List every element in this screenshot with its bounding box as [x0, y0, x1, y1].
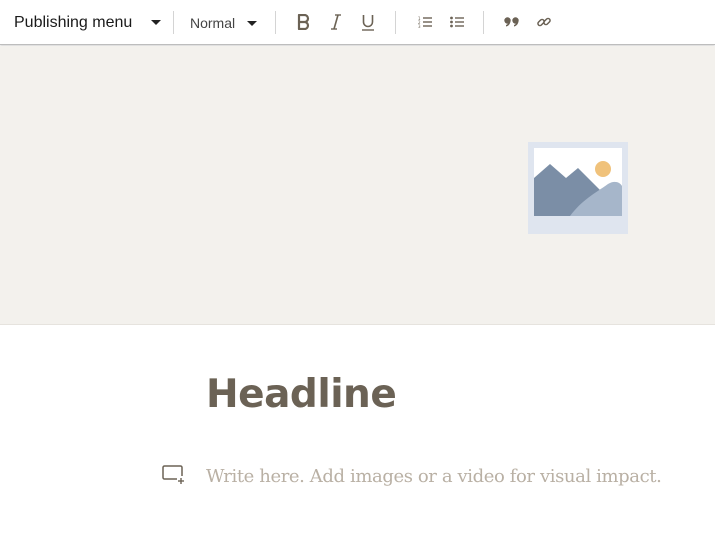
publishing-menu-label: Publishing menu	[14, 13, 133, 31]
italic-button[interactable]	[325, 11, 347, 33]
bulleted-list-icon	[450, 16, 464, 28]
add-media-button[interactable]	[162, 464, 186, 486]
cover-image-placeholder[interactable]	[528, 142, 628, 234]
link-icon	[537, 17, 551, 27]
bold-icon	[297, 14, 310, 30]
toolbar-divider	[173, 11, 174, 34]
bold-button[interactable]	[293, 11, 315, 33]
toolbar-divider	[275, 11, 276, 34]
text-style-value: Normal	[190, 14, 236, 31]
svg-text:3: 3	[418, 24, 421, 28]
underline-button[interactable]	[357, 11, 379, 33]
quote-button[interactable]	[501, 11, 523, 33]
image-placeholder-icon	[534, 148, 622, 216]
chevron-down-icon[interactable]	[151, 20, 161, 25]
numbered-list-icon: 1 2 3	[418, 16, 432, 28]
editor-toolbar: Publishing menu Normal 1 2 3	[0, 0, 715, 45]
bulleted-list-button[interactable]	[446, 11, 468, 33]
toolbar-divider	[483, 11, 484, 34]
article-headline[interactable]: Headline	[206, 372, 397, 417]
quote-icon	[504, 17, 519, 27]
italic-icon	[331, 14, 341, 30]
link-button[interactable]	[533, 11, 555, 33]
article-body-placeholder[interactable]: Write here. Add images or a video for vi…	[206, 466, 662, 487]
publishing-menu-button[interactable]: Publishing menu	[14, 0, 132, 45]
cover-image-area[interactable]	[0, 46, 715, 325]
numbered-list-button[interactable]: 1 2 3	[414, 11, 436, 33]
underline-icon	[362, 14, 374, 31]
text-style-select[interactable]: Normal	[190, 0, 235, 45]
chevron-down-icon[interactable]	[247, 21, 257, 26]
add-media-icon	[162, 465, 185, 484]
toolbar-divider	[395, 11, 396, 34]
